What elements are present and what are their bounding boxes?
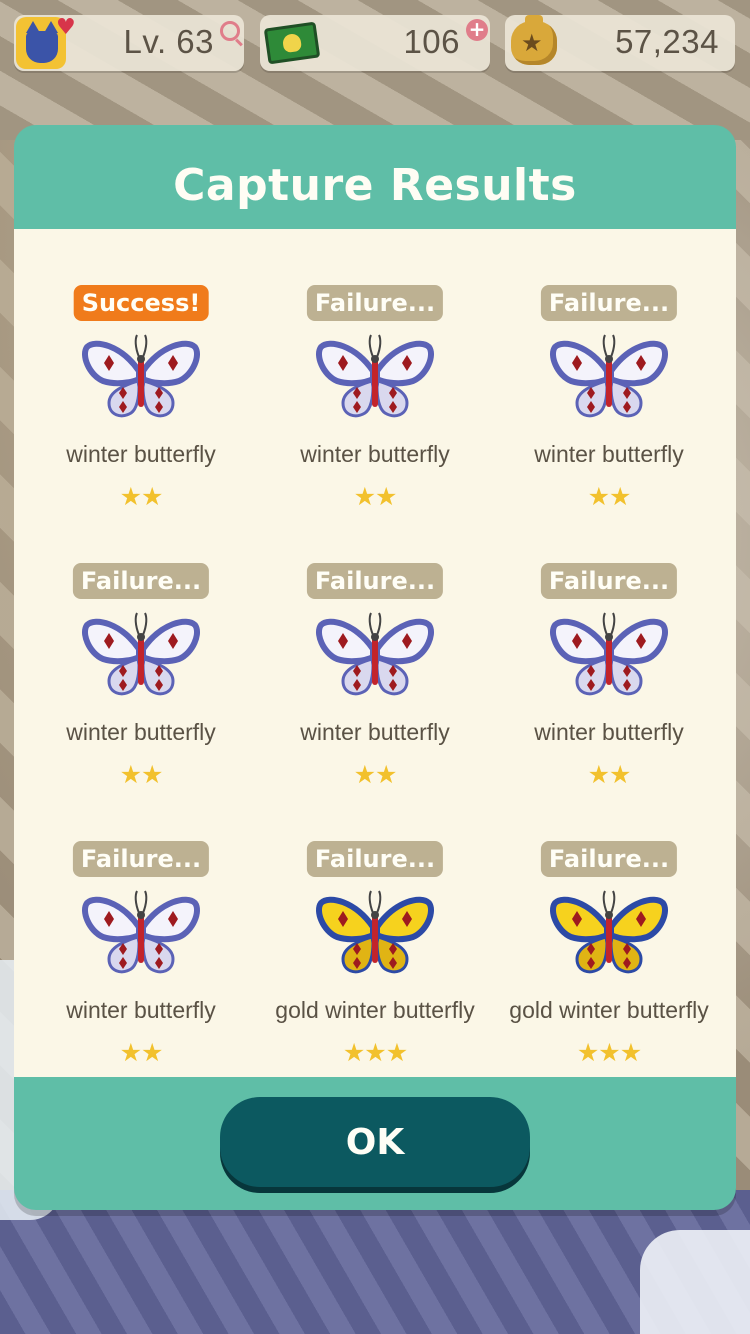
success-badge: Success! [73,285,209,321]
heart-icon: ♥ [56,15,76,40]
creature-name: winter butterfly [300,719,450,745]
level-value: Lv. 63 [123,23,214,60]
failure-badge: Failure... [72,563,210,599]
result-card: Failure... winter butterfly ★★ [258,559,492,815]
rarity-stars: ★★ [587,482,632,511]
result-card: Failure... winter butterfly ★★ [258,281,492,537]
rarity-stars: ★★ [119,760,164,789]
player-cat-icon: ♥ [16,15,76,69]
creature-name: winter butterfly [66,441,216,467]
bells-indicator: 57,234 [505,15,735,71]
background-snowy-ground [0,1190,750,1334]
capture-results-dialog: Capture Results Success! winter butterfly… [14,125,736,1210]
winter-butterfly-icon [81,887,201,987]
creature-name: gold winter butterfly [275,997,475,1023]
winter-butterfly-icon [549,331,669,431]
snow-patch [640,1230,750,1334]
failure-badge: Failure... [306,563,444,599]
result-card: Success! winter butterfly ★★ [24,281,258,537]
bell-bag-icon [511,15,557,65]
rarity-stars: ★★★ [342,1038,408,1067]
dialog-title: Capture Results [173,160,577,211]
level-indicator[interactable]: ♥ Lv. 63 [14,15,244,71]
rarity-stars: ★★ [353,760,398,789]
gold-winter-butterfly-icon [549,887,669,987]
rarity-stars: ★★ [353,482,398,511]
result-card: Failure... winter butterfly ★★ [24,837,258,1093]
winter-butterfly-icon [315,609,435,709]
result-card: Failure... winter butterfly ★★ [492,559,726,815]
rarity-stars: ★★ [119,482,164,511]
creature-name: winter butterfly [300,441,450,467]
results-panel: Success! winter butterfly ★★ Failure... wint… [14,229,736,1077]
winter-butterfly-icon [315,331,435,431]
winter-butterfly-icon [549,609,669,709]
creature-name: winter butterfly [534,441,684,467]
leaf-ticket-icon [263,21,321,65]
magnifier-icon[interactable] [220,21,240,41]
winter-butterfly-icon [81,331,201,431]
result-card: Failure... winter butterfly ★★ [492,281,726,537]
rarity-stars: ★★★ [576,1038,642,1067]
result-card: Failure... gold winter butterfly ★★★ [258,837,492,1093]
cat-face-icon [26,21,58,63]
failure-badge: Failure... [540,285,678,321]
add-tickets-icon[interactable]: + [466,19,488,41]
failure-badge: Failure... [540,841,678,877]
creature-name: winter butterfly [66,997,216,1023]
failure-badge: Failure... [306,285,444,321]
rarity-stars: ★★ [587,760,632,789]
creature-name: winter butterfly [66,719,216,745]
rarity-stars: ★★ [119,1038,164,1067]
result-card: Failure... gold winter butterfly ★★★ [492,837,726,1093]
leaf-ticket-indicator[interactable]: 106 + [260,15,490,71]
failure-badge: Failure... [306,841,444,877]
creature-name: winter butterfly [534,719,684,745]
ticket-count: 106 [403,23,460,60]
failure-badge: Failure... [540,563,678,599]
result-card: Failure... winter butterfly ★★ [24,559,258,815]
winter-butterfly-icon [81,609,201,709]
failure-badge: Failure... [72,841,210,877]
bells-count: 57,234 [615,23,719,60]
creature-name: gold winter butterfly [509,997,709,1023]
ok-button[interactable]: OK [220,1097,530,1187]
gold-winter-butterfly-icon [315,887,435,987]
